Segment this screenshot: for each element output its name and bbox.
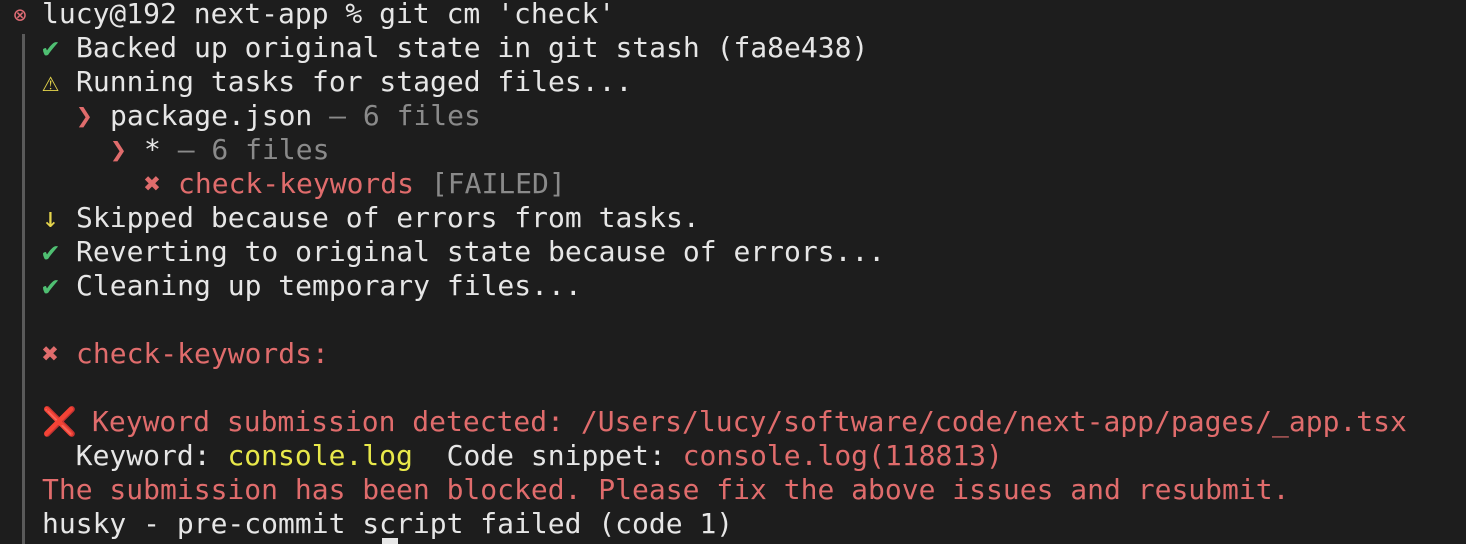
check-icon: ✔	[42, 269, 59, 302]
output-line: ↓ Skipped because of errors from tasks.	[0, 201, 1466, 235]
blocked-message-line: The submission has been blocked. Please …	[0, 473, 1466, 507]
chevron-right-icon: ❯	[110, 133, 127, 166]
task-group-line: ❯ package.json — 6 files	[0, 99, 1466, 133]
task-status: [FAILED]	[430, 167, 566, 200]
error-detail-text: Keyword submission detected: /Users/lucy…	[92, 405, 1407, 438]
line-text: Running tasks for staged files...	[76, 65, 633, 98]
keyword-label: Keyword:	[75, 439, 211, 472]
arrow-down-icon: ↓	[42, 201, 59, 234]
husky-text: husky - pre-commit script failed (code 1…	[42, 507, 734, 540]
snippet-label: Code snippet:	[446, 439, 666, 472]
error-heading-text: check-keywords:	[76, 337, 329, 370]
keyword-value: console.log	[227, 439, 413, 472]
task-group-name: *	[144, 133, 161, 166]
task-group-name: package.json	[110, 99, 313, 132]
red-cross-icon: ❌	[42, 405, 77, 438]
terminal-output: lucy@192 next-app % git cm 'check' ✔ Back…	[0, 0, 1466, 541]
task-name: check-keywords	[178, 167, 415, 200]
output-line: ✔ Backed up original state in git stash (…	[0, 31, 1466, 65]
error-heading-line: ✖ check-keywords:	[0, 337, 1466, 371]
output-line: ✔ Cleaning up temporary files...	[0, 269, 1466, 303]
error-detail-line: ❌ Keyword submission detected: /Users/luc…	[0, 405, 1466, 439]
output-line: ✔ Reverting to original state because of …	[0, 235, 1466, 269]
cross-icon: ✖	[42, 337, 59, 370]
prompt-line: lucy@192 next-app % git cm 'check'	[0, 0, 1466, 31]
line-text: Reverting to original state because of e…	[76, 235, 886, 268]
cross-icon: ✖	[144, 167, 161, 200]
task-group-meta: — 6 files	[177, 133, 330, 166]
output-line: ⚠ Running tasks for staged files...	[0, 65, 1466, 99]
keyword-line: Keyword: console.log Code snippet: conso…	[0, 439, 1466, 473]
task-group-meta: — 6 files	[329, 99, 481, 132]
line-text: Cleaning up temporary files...	[76, 269, 582, 302]
snippet-value: console.log(118813)	[682, 439, 1003, 472]
line-text: Backed up original state in git stash (f…	[76, 31, 869, 64]
check-icon: ✔	[42, 235, 59, 268]
terminal-window[interactable]: ⊗ lucy@192 next-app % git cm 'check' ✔ Ba…	[0, 0, 1466, 544]
blocked-message-text: The submission has been blocked. Please …	[42, 473, 1290, 506]
prompt-text: lucy@192 next-app % git cm 'check'	[42, 0, 616, 30]
text-cursor	[382, 538, 398, 544]
line-text: Skipped because of errors from tasks.	[76, 201, 700, 234]
chevron-right-icon: ❯	[76, 99, 93, 132]
warning-icon: ⚠	[42, 65, 59, 98]
task-line: ✖ check-keywords [FAILED]	[0, 167, 1466, 201]
task-group-line: ❯ * — 6 files	[0, 133, 1466, 167]
husky-line: husky - pre-commit script failed (code 1…	[0, 507, 1466, 541]
check-icon: ✔	[42, 31, 59, 64]
